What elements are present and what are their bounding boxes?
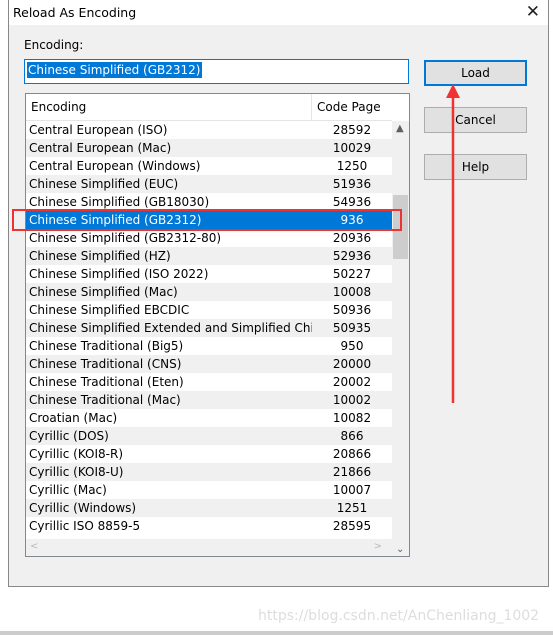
list-item[interactable]: Cyrillic (DOS) 866 <box>26 427 392 445</box>
list-item[interactable]: Central European (Mac) 10029 <box>26 139 392 157</box>
encoding-input-value: Chinese Simplified (GB2312) <box>27 62 202 78</box>
title-bar: Reload As Encoding ✕ <box>9 0 548 25</box>
close-icon[interactable]: ✕ <box>526 2 540 22</box>
horizontal-scrollbar[interactable]: < > <box>26 539 392 556</box>
scroll-left-icon[interactable]: < <box>30 541 38 552</box>
code-page: 50227 <box>332 267 372 281</box>
list-item[interactable]: Cyrillic ISO 8859-5 28595 <box>26 517 392 535</box>
code-page: 20936 <box>332 231 372 245</box>
list-item[interactable]: Chinese Simplified (GB2312-80) 20936 <box>26 229 392 247</box>
code-page: 20000 <box>332 357 372 371</box>
list-item[interactable]: Croatian (Mac) 10082 <box>26 409 392 427</box>
list-item[interactable]: Chinese Traditional (Big5) 950 <box>26 337 392 355</box>
scroll-thumb[interactable] <box>393 195 408 259</box>
code-page: 10007 <box>332 483 372 497</box>
list-header: Encoding Code Page <box>26 94 392 121</box>
list-item[interactable]: Chinese Traditional (Mac) 10002 <box>26 391 392 409</box>
code-page: 10002 <box>332 393 372 407</box>
encoding-name: Cyrillic (KOI8-U) <box>29 465 124 479</box>
annotation-arrow-icon <box>446 84 460 403</box>
list-item[interactable]: Cyrillic (Windows) 1251 <box>26 499 392 517</box>
code-page: 50935 <box>332 321 372 335</box>
list-item[interactable]: Cyrillic (KOI8-R) 20866 <box>26 445 392 463</box>
code-page: 50936 <box>332 303 372 317</box>
encoding-name: Chinese Traditional (CNS) <box>29 357 182 371</box>
bottom-bar <box>0 631 553 635</box>
code-page: 28592 <box>332 123 372 137</box>
encoding-name: Central European (Mac) <box>29 141 172 155</box>
list-item[interactable]: Chinese Simplified (HZ) 52936 <box>26 247 392 265</box>
encoding-name: Chinese Traditional (Eten) <box>29 375 184 389</box>
encoding-name: Chinese Simplified (Mac) <box>29 285 178 299</box>
encoding-name: Chinese Simplified (GB2312) <box>29 213 202 227</box>
list-item[interactable]: Chinese Traditional (Eten) 20002 <box>26 373 392 391</box>
encoding-list: Encoding Code Page Central European (ISO… <box>25 93 410 557</box>
watermark: https://blog.csdn.net/AnChenliang_1002 <box>258 608 540 624</box>
list-item[interactable]: Chinese Simplified (EUC) 51936 <box>26 175 392 193</box>
encoding-name: Chinese Traditional (Big5) <box>29 339 184 353</box>
vertical-scrollbar[interactable]: ▲ ⌄ <box>392 121 409 556</box>
list-item[interactable]: Cyrillic (KOI8-U) 21866 <box>26 463 392 481</box>
encoding-name: Chinese Simplified Extended and Simplifi… <box>29 321 312 335</box>
list-item[interactable]: Chinese Simplified (Mac) 10008 <box>26 283 392 301</box>
list-rows: Central European (ISO) 28592 Central Europ… <box>26 121 392 535</box>
code-page: 950 <box>340 339 364 353</box>
code-page: 52936 <box>332 249 372 263</box>
reload-as-encoding-dialog: Reload As Encoding ✕ Encoding: Chinese S… <box>8 0 549 587</box>
scroll-up-icon[interactable]: ▲ <box>396 123 404 134</box>
encoding-name: Cyrillic (KOI8-R) <box>29 447 124 461</box>
encoding-name: Chinese Simplified EBCDIC <box>29 303 190 317</box>
column-header-code-page[interactable]: Code Page <box>312 94 392 120</box>
code-page: 1251 <box>336 501 368 515</box>
encoding-name: Cyrillic (Windows) <box>29 501 137 515</box>
list-item[interactable]: Chinese Simplified (GB2312) 936 <box>26 211 392 229</box>
list-item[interactable]: Chinese Simplified EBCDIC 50936 <box>26 301 392 319</box>
list-item[interactable]: Central European (Windows) 1250 <box>26 157 392 175</box>
code-page: 20866 <box>332 447 372 461</box>
column-header-encoding[interactable]: Encoding <box>26 94 312 120</box>
list-item[interactable]: Central European (ISO) 28592 <box>26 121 392 139</box>
code-page: 51936 <box>332 177 372 191</box>
encoding-label: Encoding: <box>24 38 84 52</box>
code-page: 10029 <box>332 141 372 155</box>
code-page: 21866 <box>332 465 372 479</box>
scroll-right-icon[interactable]: > <box>374 541 382 552</box>
code-page: 1250 <box>336 159 368 173</box>
list-item[interactable]: Chinese Simplified Extended and Simplifi… <box>26 319 392 337</box>
code-page: 20002 <box>332 375 372 389</box>
dialog-title: Reload As Encoding <box>13 5 137 20</box>
code-page: 54936 <box>332 195 372 209</box>
scroll-down-icon[interactable]: ⌄ <box>396 544 404 555</box>
code-page: 28595 <box>332 519 372 533</box>
code-page: 10082 <box>332 411 372 425</box>
list-item[interactable]: Cyrillic (Mac) 10007 <box>26 481 392 499</box>
encoding-name: Chinese Simplified (EUC) <box>29 177 179 191</box>
encoding-name: Chinese Simplified (GB18030) <box>29 195 210 209</box>
code-page: 866 <box>340 429 364 443</box>
encoding-name: Central European (Windows) <box>29 159 201 173</box>
encoding-name: Chinese Simplified (GB2312-80) <box>29 231 222 245</box>
encoding-name: Central European (ISO) <box>29 123 168 137</box>
encoding-name: Chinese Traditional (Mac) <box>29 393 181 407</box>
code-page: 936 <box>340 213 364 227</box>
code-page: 10008 <box>332 285 372 299</box>
encoding-name: Cyrillic (Mac) <box>29 483 107 497</box>
list-item[interactable]: Chinese Simplified (GB18030) 54936 <box>26 193 392 211</box>
encoding-name: Cyrillic (DOS) <box>29 429 109 443</box>
encoding-name: Chinese Simplified (ISO 2022) <box>29 267 209 281</box>
encoding-name: Cyrillic ISO 8859-5 <box>29 519 141 533</box>
list-item[interactable]: Chinese Traditional (CNS) 20000 <box>26 355 392 373</box>
list-item[interactable]: Chinese Simplified (ISO 2022) 50227 <box>26 265 392 283</box>
encoding-name: Chinese Simplified (HZ) <box>29 249 171 263</box>
encoding-name: Croatian (Mac) <box>29 411 118 425</box>
encoding-input[interactable]: Chinese Simplified (GB2312) <box>24 59 409 84</box>
